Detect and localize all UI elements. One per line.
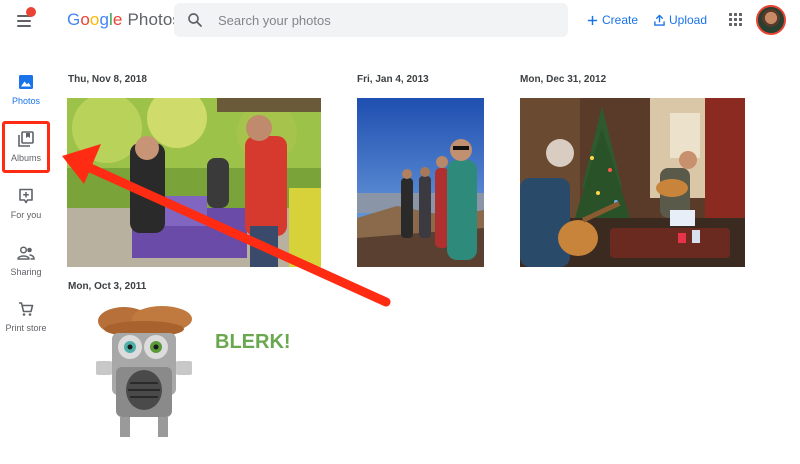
upload-label: Upload [669,13,708,27]
photo-caption: BLERK! [215,331,291,353]
photo-hikers-ridge [357,98,484,267]
people-icon [17,246,35,260]
photo-icon [19,75,33,89]
sidebar-item-label: Print store [5,323,47,333]
search-placeholder: Search your photos [218,12,331,28]
photo-tin-robot [96,306,192,437]
google-photos-logo[interactable]: Google Photos [67,10,181,30]
sidebar-item-label: For you [10,210,42,220]
sidebar-item-photos[interactable]: Photos [0,74,52,106]
sidebar-item-label: Sharing [10,267,42,277]
sidebar-item-print-store[interactable]: Print store [0,301,52,333]
annotation-highlight-box [2,121,50,173]
photo-thumbnail[interactable] [90,305,200,440]
photo-christmas-guitar [520,98,745,267]
date-heading: Mon, Dec 31, 2012 [520,74,607,85]
photo-thumbnail[interactable] [357,98,484,267]
date-heading: Thu, Nov 8, 2018 [68,74,147,85]
date-heading: Mon, Oct 3, 2011 [68,281,147,292]
sidebar-item-label: Photos [11,96,41,106]
create-label: Create [602,13,639,27]
account-avatar[interactable] [756,5,786,35]
upload-button[interactable]: Upload [654,13,707,27]
photo-thumbnail[interactable] [520,98,745,267]
apps-grid-icon[interactable] [729,13,743,27]
date-heading: Fri, Jan 4, 2013 [357,74,429,85]
shopping-cart-icon [19,302,34,316]
search-input[interactable]: Search your photos [174,3,568,37]
app-header: Google Photos Search your photos Create U… [0,0,800,42]
photo-outdoor-market [67,98,321,267]
photo-thumbnail[interactable] [67,98,321,267]
upload-icon [654,14,665,26]
create-button[interactable]: Create [587,13,638,27]
sidebar-item-sharing[interactable]: Sharing [0,245,52,277]
assistant-icon [19,188,33,204]
plus-icon [587,15,598,25]
search-icon [188,13,202,27]
sidebar-item-for-you[interactable]: For you [0,188,52,220]
notification-dot [26,7,36,17]
